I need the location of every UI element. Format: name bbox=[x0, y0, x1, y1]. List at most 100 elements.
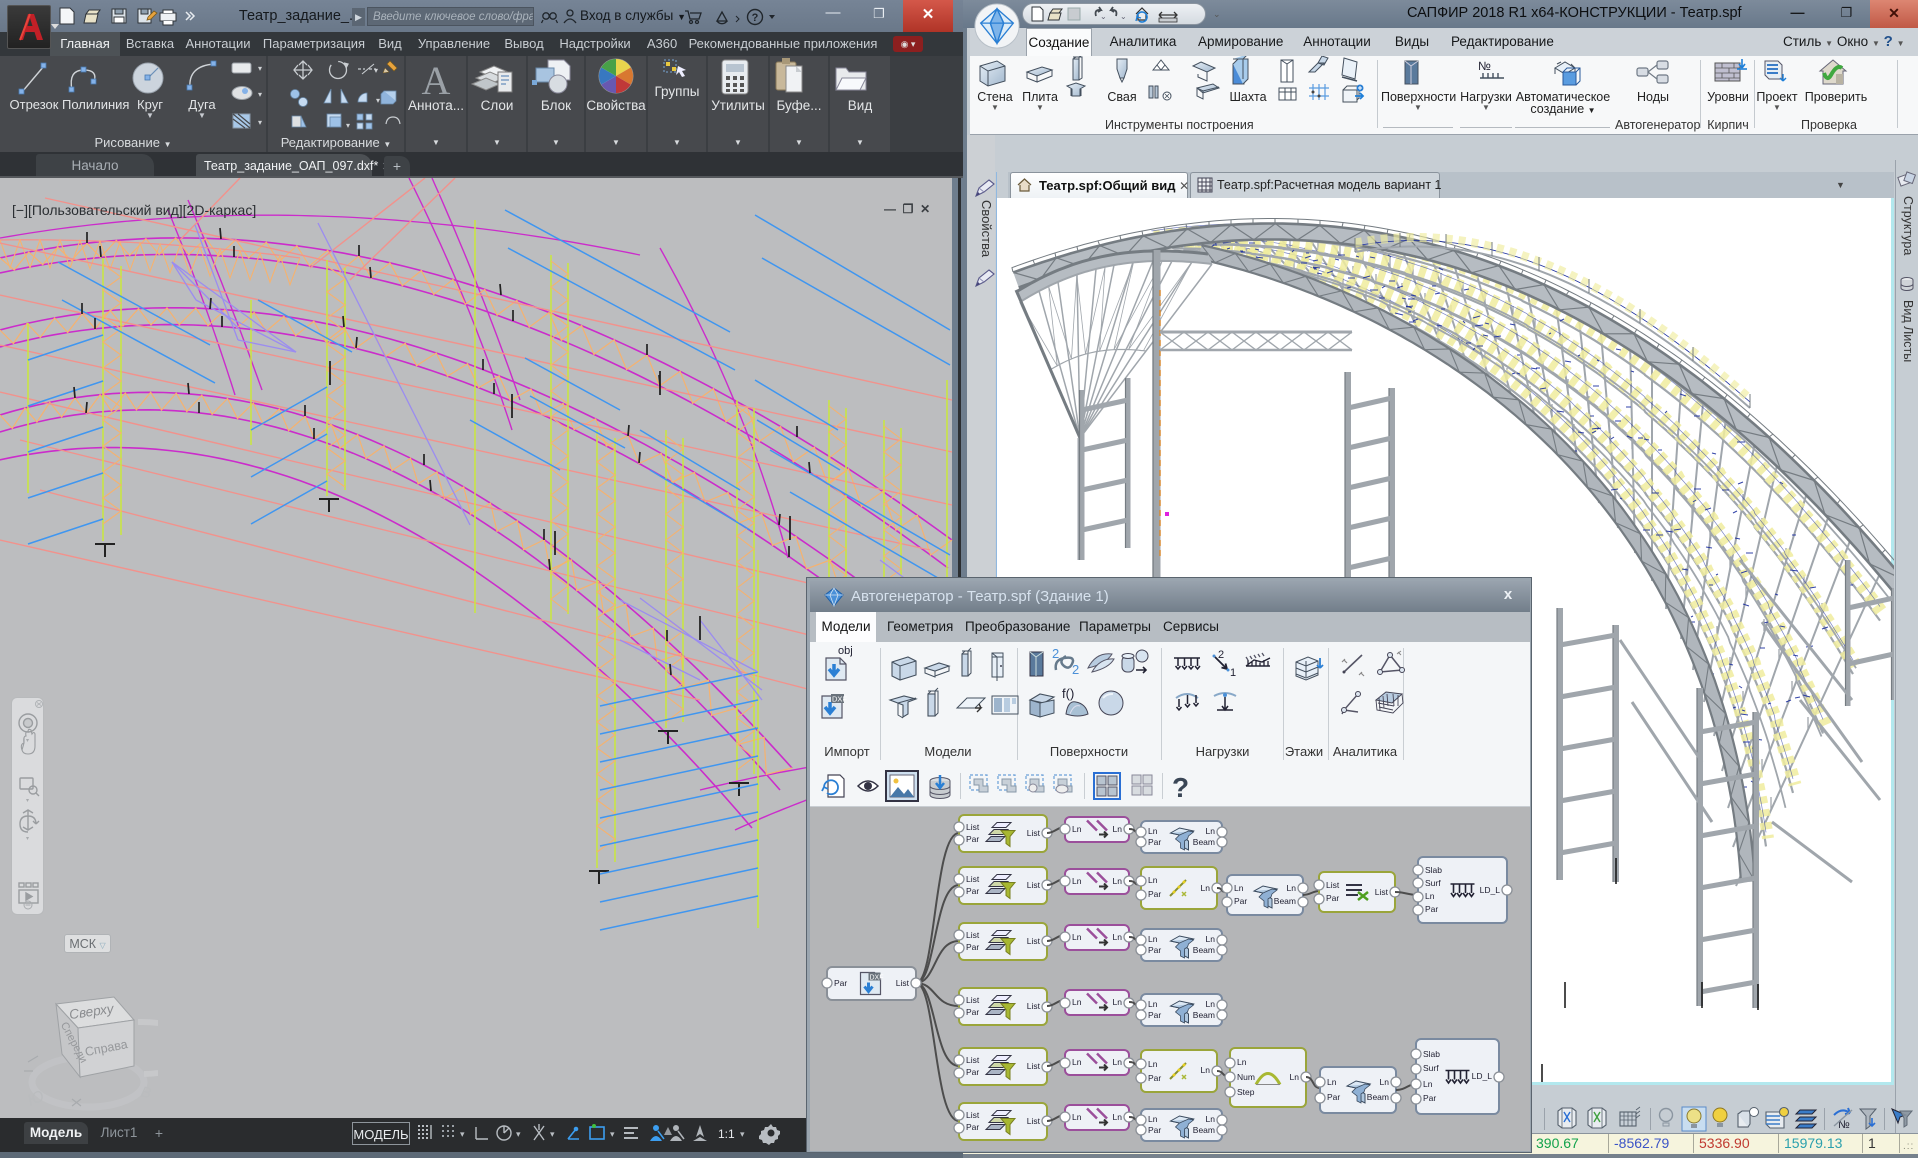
svg-text:Par: Par bbox=[1423, 1093, 1436, 1103]
svg-text:obj: obj bbox=[838, 645, 853, 657]
svg-text:⌄: ⌄ bbox=[1100, 12, 1107, 21]
svg-text:Par: Par bbox=[1326, 893, 1339, 903]
svg-text:▾: ▾ bbox=[376, 96, 380, 105]
svg-text:▾: ▾ bbox=[460, 1129, 465, 1139]
svg-text:▾: ▾ bbox=[374, 66, 378, 75]
svg-text:List: List bbox=[966, 874, 980, 884]
svg-text:Ю: Ю bbox=[25, 1088, 47, 1110]
svg-text:Ln: Ln bbox=[1113, 1112, 1123, 1122]
svg-text:List: List bbox=[1027, 1116, 1041, 1126]
svg-text:List: List bbox=[966, 822, 980, 832]
svg-text:List: List bbox=[966, 1055, 980, 1065]
svg-text:▾: ▾ bbox=[610, 1129, 615, 1139]
svg-text:Ln: Ln bbox=[1201, 1065, 1211, 1075]
svg-text:Ln: Ln bbox=[1425, 891, 1435, 901]
svg-text:List: List bbox=[966, 1110, 980, 1120]
svg-text:LD_L: LD_L bbox=[1472, 1071, 1493, 1081]
svg-text:2: 2 bbox=[1052, 646, 1059, 661]
svg-text:List: List bbox=[1027, 1061, 1041, 1071]
svg-text:А: А bbox=[422, 58, 451, 100]
svg-text:Beam: Beam bbox=[1193, 837, 1215, 847]
svg-text:Beam: Beam bbox=[1274, 896, 1296, 906]
svg-text:Ln: Ln bbox=[1148, 875, 1158, 885]
svg-text:Ln: Ln bbox=[1148, 934, 1158, 944]
svg-text:Ln: Ln bbox=[1072, 1112, 1082, 1122]
svg-text:▾: ▾ bbox=[258, 64, 262, 73]
svg-text:Beam: Beam bbox=[1193, 1010, 1215, 1020]
svg-text:Par: Par bbox=[1234, 896, 1247, 906]
svg-text:Par: Par bbox=[1148, 1010, 1161, 1020]
svg-text:List: List bbox=[966, 930, 980, 940]
svg-text:1:1: 1:1 bbox=[718, 1127, 735, 1141]
svg-text:f(): f() bbox=[1062, 686, 1074, 701]
svg-text:Ln: Ln bbox=[1148, 999, 1158, 1009]
svg-text:▾: ▾ bbox=[740, 1129, 745, 1139]
svg-text:Ln: Ln bbox=[1072, 1057, 1082, 1067]
svg-text:Ln: Ln bbox=[1072, 997, 1082, 1007]
svg-text:Ln: Ln bbox=[1113, 997, 1123, 1007]
svg-text:?: ? bbox=[752, 12, 759, 24]
svg-text:Ln: Ln bbox=[1206, 999, 1216, 1009]
svg-text:Par: Par bbox=[1148, 837, 1161, 847]
svg-text:Ln: Ln bbox=[1201, 883, 1211, 893]
svg-text:Ln: Ln bbox=[1113, 824, 1123, 834]
svg-text:Surf: Surf bbox=[1423, 1063, 1439, 1073]
svg-text:▾: ▾ bbox=[26, 738, 29, 744]
svg-text:Ln: Ln bbox=[1206, 826, 1216, 836]
svg-text:Beam: Beam bbox=[1193, 945, 1215, 955]
svg-text:Ln: Ln bbox=[1072, 824, 1082, 834]
svg-text:⌄: ⌄ bbox=[1120, 12, 1127, 21]
svg-text:Par: Par bbox=[1148, 889, 1161, 899]
svg-text:2: 2 bbox=[1072, 662, 1079, 677]
svg-text:List: List bbox=[1027, 880, 1041, 890]
svg-text:Par: Par bbox=[966, 886, 979, 896]
svg-text:Ln: Ln bbox=[1327, 1077, 1337, 1087]
svg-text:Par: Par bbox=[1148, 945, 1161, 955]
svg-text:List: List bbox=[966, 995, 980, 1005]
svg-text:▾: ▾ bbox=[258, 118, 262, 127]
svg-text:Slab: Slab bbox=[1423, 1049, 1440, 1059]
svg-text:DXF: DXF bbox=[832, 695, 847, 704]
svg-text:Ln: Ln bbox=[1113, 1057, 1123, 1067]
svg-text:Par: Par bbox=[1148, 1125, 1161, 1135]
svg-text:▾: ▾ bbox=[26, 798, 29, 804]
svg-text:Ln: Ln bbox=[1148, 1059, 1158, 1069]
svg-text:№: № bbox=[1478, 59, 1491, 73]
svg-text:?: ? bbox=[1172, 772, 1189, 803]
svg-text:List: List bbox=[896, 978, 910, 988]
svg-text:Ln: Ln bbox=[1287, 883, 1297, 893]
svg-text:1: 1 bbox=[1230, 667, 1236, 679]
svg-text:List: List bbox=[1027, 936, 1041, 946]
svg-text:2: 2 bbox=[1218, 649, 1224, 661]
svg-text:Par: Par bbox=[966, 1067, 979, 1077]
svg-text:Num: Num bbox=[1237, 1072, 1255, 1082]
svg-text:▾: ▾ bbox=[346, 121, 350, 130]
svg-text:Surf: Surf bbox=[1425, 878, 1441, 888]
svg-text:▾: ▾ bbox=[550, 1129, 555, 1139]
svg-text:Slab: Slab bbox=[1425, 865, 1442, 875]
svg-text:Ln: Ln bbox=[1113, 876, 1123, 886]
svg-text:List: List bbox=[1027, 828, 1041, 838]
svg-text:Ln: Ln bbox=[1148, 1114, 1158, 1124]
svg-text:Par: Par bbox=[834, 978, 847, 988]
svg-text:Ln: Ln bbox=[1206, 1114, 1216, 1124]
svg-text:Ln: Ln bbox=[1113, 932, 1123, 942]
svg-text:Ln: Ln bbox=[1290, 1072, 1300, 1082]
svg-text:Ln: Ln bbox=[1237, 1057, 1247, 1067]
svg-text:Ln: Ln bbox=[1423, 1079, 1433, 1089]
svg-text:Beam: Beam bbox=[1193, 1125, 1215, 1135]
svg-text:Par: Par bbox=[966, 1122, 979, 1132]
svg-text:Beam: Beam bbox=[1367, 1092, 1389, 1102]
svg-text:▾: ▾ bbox=[516, 1129, 521, 1139]
svg-text:Ln: Ln bbox=[1072, 876, 1082, 886]
svg-text:Par: Par bbox=[1327, 1092, 1340, 1102]
svg-text:▾: ▾ bbox=[26, 836, 29, 842]
svg-text:Ln: Ln bbox=[1206, 934, 1216, 944]
svg-text:Ln: Ln bbox=[1072, 932, 1082, 942]
svg-text:Par: Par bbox=[1425, 904, 1438, 914]
svg-text:DXF: DXF bbox=[870, 975, 884, 982]
svg-text:▾: ▾ bbox=[258, 90, 262, 99]
svg-text:Ln: Ln bbox=[1380, 1077, 1390, 1087]
svg-text:List: List bbox=[1027, 1001, 1041, 1011]
svg-text:Par: Par bbox=[966, 834, 979, 844]
